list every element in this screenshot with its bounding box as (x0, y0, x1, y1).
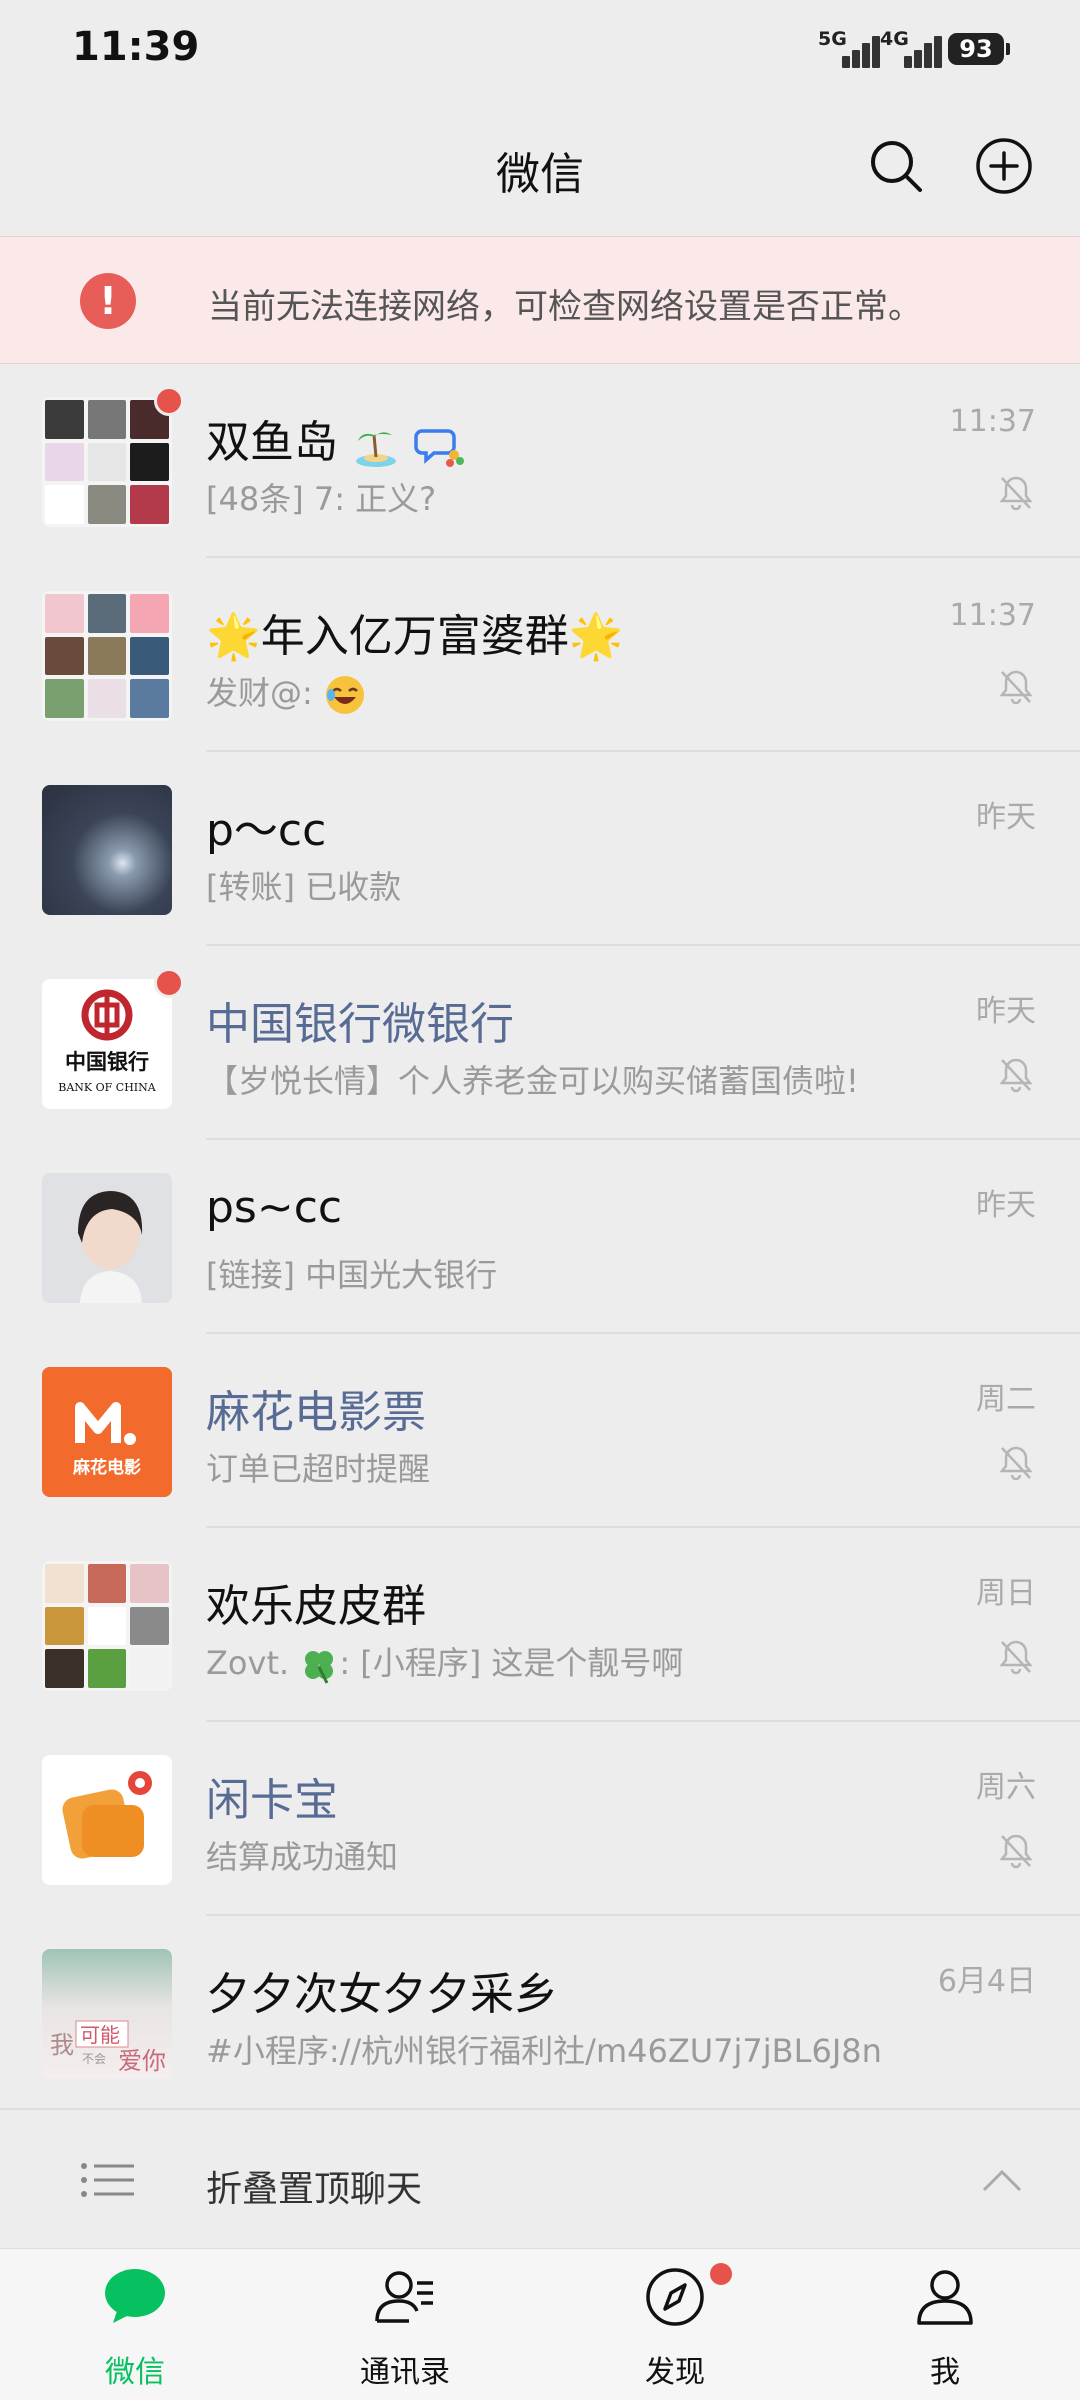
chat-time: 昨天 (976, 1188, 1036, 1223)
group-chat-badge-icon (414, 429, 464, 467)
chat-preview: [转账] 已收款 (206, 868, 402, 906)
chat-preview: 结算成功通知 (206, 1838, 399, 1876)
person-photo-icon (42, 1173, 172, 1303)
chat-name: 闲卡宝 (206, 1775, 338, 1826)
tab-contacts[interactable]: 通讯录 (270, 2249, 540, 2400)
chat-item[interactable]: 中国银行 BANK OF CHINA 中国银行微银行 【岁悦长情】个人养老金可以… (0, 946, 1080, 1140)
chat-time: 11:37 (949, 404, 1036, 439)
chat-time: 周六 (976, 1770, 1036, 1805)
laughing-emoji-icon (325, 676, 364, 714)
mute-bell-icon (999, 1834, 1033, 1869)
chat-preview: #小程序://杭州银行福利社/m46ZU7j7jBL6J8n (206, 2032, 882, 2070)
contacts-icon (375, 2271, 433, 2323)
xiankabao-avatar (42, 1755, 172, 1885)
mute-bell-icon (999, 1058, 1033, 1093)
svg-text:可能: 可能 (80, 2023, 120, 2047)
svg-text:不会: 不会 (82, 2052, 106, 2066)
chat-preview: 发财@: (206, 668, 367, 717)
clover-emoji-icon (305, 1651, 334, 1684)
chat-name: 双鱼岛 (206, 406, 468, 470)
bottom-nav: 微信 通讯录 发现 我 (0, 2248, 1080, 2400)
plus-circle-icon (976, 138, 1032, 194)
chat-preview: Zovt. : [小程序] 这是个靓号啊 (206, 1638, 683, 1685)
chat-name: ps~cc (206, 1182, 343, 1233)
tab-label: 通讯录 (360, 2355, 450, 2390)
chat-name: 麻花电影票 (206, 1387, 426, 1438)
app-header: 微信 (0, 100, 1080, 236)
chat-name: 中国银行微银行 (206, 999, 514, 1050)
chat-item[interactable]: 我 可能 不会 爱你 夕夕次女夕夕采乡 #小程序://杭州银行福利社/m46ZU… (0, 1916, 1080, 2110)
chat-preview: 【岁悦长情】个人养老金可以购买储蓄国债啦! (206, 1062, 859, 1100)
search-icon (871, 141, 922, 192)
chat-item[interactable]: 麻花电影 麻花电影票 订单已超时提醒 周二 (0, 1334, 1080, 1528)
mahua-movie-avatar: 麻花电影 (42, 1367, 172, 1497)
search-button[interactable] (866, 136, 926, 196)
chat-time: 昨天 (976, 800, 1036, 835)
svg-text:我: 我 (50, 2031, 74, 2059)
chat-time: 6月4日 (937, 1964, 1036, 1999)
tab-label: 我 (930, 2355, 960, 2390)
tab-label: 发现 (645, 2355, 705, 2390)
tab-weixin[interactable]: 微信 (0, 2249, 270, 2400)
svg-text:爱你: 爱你 (118, 2047, 166, 2075)
status-time: 11:39 (72, 24, 200, 70)
chat-item[interactable]: ps~cc [链接] 中国光大银行 昨天 (0, 1140, 1080, 1334)
mute-bell-icon (999, 670, 1033, 705)
chat-name: 🌟年入亿万富婆群🌟 (206, 611, 624, 662)
contact-avatar (42, 785, 172, 915)
group-avatar (42, 397, 172, 527)
chat-time: 11:37 (949, 598, 1036, 633)
chat-name: 欢乐皮皮群 (206, 1581, 426, 1632)
battery-icon: 93 (948, 33, 1010, 65)
tab-label: 微信 (105, 2355, 165, 2390)
notification-dot (710, 2263, 732, 2285)
add-button[interactable] (974, 136, 1034, 196)
alert-icon: ! (80, 273, 136, 329)
list-icon (81, 2163, 134, 2197)
bank-of-china-logo-icon: 中国银行 BANK OF CHINA (58, 989, 157, 1094)
chat-preview: [48条] 7: 正义? (206, 480, 437, 518)
chevron-up-icon (982, 2169, 1022, 2192)
person-icon (917, 2270, 973, 2325)
mute-bell-icon (999, 1446, 1033, 1481)
chat-item[interactable]: 欢乐皮皮群 Zovt. : [小程序] 这是个靓号啊 周日 (0, 1528, 1080, 1722)
status-bar: 11:39 5G 4G 93 (0, 0, 1080, 100)
chat-item[interactable]: p～cc [转账] 已收款 昨天 (0, 752, 1080, 946)
fold-label: 折叠置顶聊天 (206, 2169, 423, 2210)
chat-item[interactable]: 闲卡宝 结算成功通知 周六 (0, 1722, 1080, 1916)
chat-preview: 订单已超时提醒 (206, 1450, 431, 1488)
chat-time: 周二 (976, 1382, 1036, 1417)
group-avatar (42, 591, 172, 721)
chat-name: 夕夕次女夕夕采乡 (206, 1969, 558, 2020)
island-emoji-icon (356, 432, 396, 467)
xiankabao-logo-icon (42, 1755, 172, 1885)
chat-preview: [链接] 中国光大银行 (206, 1256, 498, 1294)
group-avatar (42, 1561, 172, 1691)
fold-pinned-chats-row[interactable]: 折叠置顶聊天 (0, 2108, 1080, 2248)
bank-of-china-avatar: 中国银行 BANK OF CHINA (42, 979, 172, 1109)
svg-text:BANK OF CHINA: BANK OF CHINA (58, 1081, 156, 1094)
warning-text: 当前无法连接网络，可检查网络设置是否正常。 (208, 287, 922, 327)
chat-bubble-icon (105, 2269, 165, 2323)
network-warning-banner[interactable]: ! 当前无法连接网络，可检查网络设置是否正常。 (0, 236, 1080, 364)
svg-text:中国银行: 中国银行 (65, 1049, 149, 1074)
tab-discover[interactable]: 发现 (540, 2249, 810, 2400)
contact-avatar: 我 可能 不会 爱你 (42, 1949, 172, 2079)
compass-icon (646, 2268, 704, 2326)
svg-text:麻花电影: 麻花电影 (72, 1457, 141, 1478)
contact-avatar (42, 1173, 172, 1303)
chat-item[interactable]: 双鱼岛 [48条] 7: 正义? 11:37 (0, 364, 1080, 558)
tab-me[interactable]: 我 (810, 2249, 1080, 2400)
chat-time: 昨天 (976, 994, 1036, 1029)
unread-dot (154, 386, 184, 416)
chat-name: p～cc (206, 805, 327, 856)
chat-time: 周日 (976, 1576, 1036, 1611)
mahua-logo-icon: 麻花电影 (42, 1367, 172, 1497)
chat-item[interactable]: 🌟年入亿万富婆群🌟 发财@: 11:37 (0, 558, 1080, 752)
text-image-avatar: 我 可能 不会 爱你 (50, 2020, 166, 2075)
mute-bell-icon (999, 476, 1033, 511)
unread-dot (154, 968, 184, 998)
mute-bell-icon (999, 1640, 1033, 1675)
